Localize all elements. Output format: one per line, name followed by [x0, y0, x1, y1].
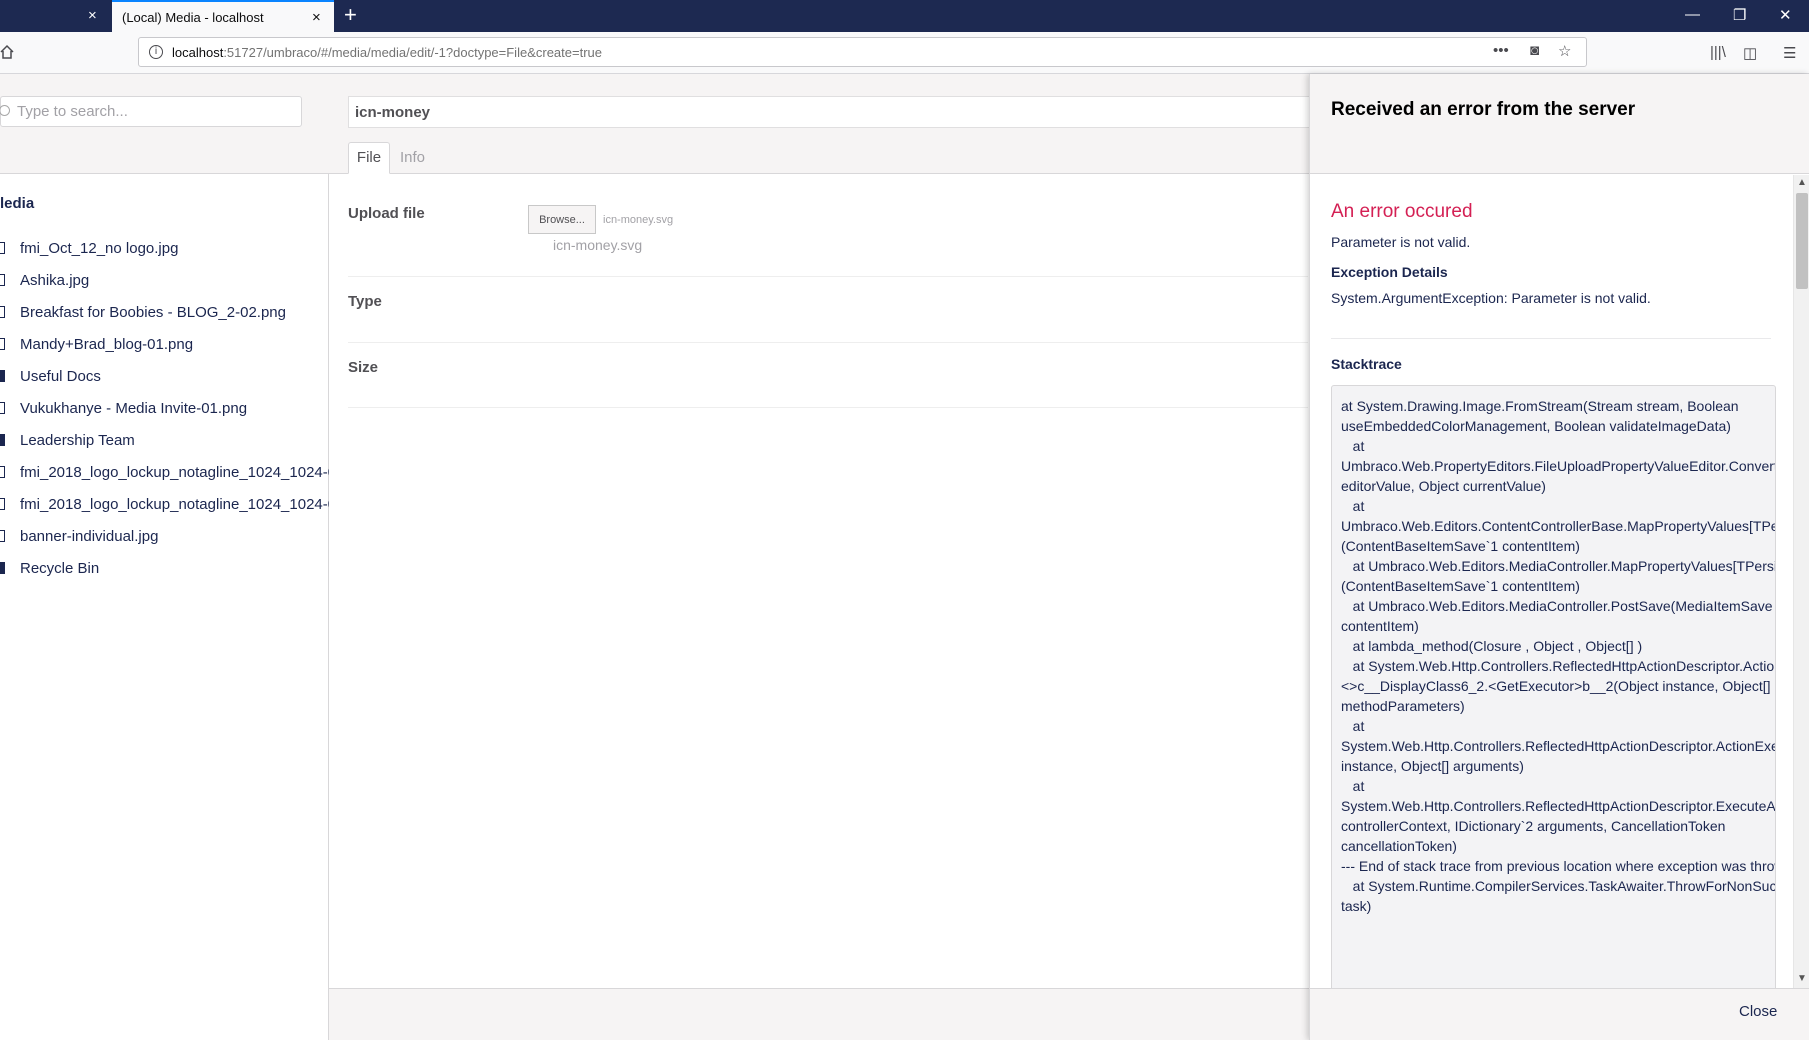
tree-item-label: fmi_Oct_12_no logo.jpg [20, 240, 179, 257]
tree-root-media[interactable]: ledia [0, 195, 34, 212]
tree-item[interactable]: Vukukhanye - Media Invite-01.png [0, 394, 329, 424]
close-button[interactable]: Close [1739, 1003, 1777, 1020]
tree-item[interactable]: Useful Docs [0, 362, 329, 392]
tree-item[interactable]: banner-individual.jpg [0, 522, 329, 552]
page-actions-icon[interactable]: ••• [1493, 42, 1509, 59]
media-editor: File Info Upload file Browse... icn-mone… [329, 74, 1318, 1040]
overlay-scrollbar[interactable]: ▲ ▼ [1793, 175, 1809, 988]
overlay-footer: Close [1310, 988, 1809, 1040]
search-input[interactable] [15, 99, 295, 124]
tree-item[interactable]: Leadership Team [0, 426, 329, 456]
file-icon [0, 498, 5, 510]
tree-item[interactable]: Breakfast for Boobies - BLOG_2-02.png [0, 298, 329, 328]
library-icon[interactable]: |||\ [1710, 44, 1726, 61]
tab-title: (Local) Media - localhost [122, 10, 264, 25]
error-overlay: Received an error from the server An err… [1309, 74, 1809, 1040]
browser-tab-active[interactable]: (Local) Media - localhost × [112, 0, 334, 33]
url-host: localhost [172, 45, 224, 60]
exception-details-heading: Exception Details [1331, 264, 1448, 280]
tree-item-label: fmi_2018_logo_lockup_notagline_1024_1024… [20, 464, 329, 481]
minimize-icon[interactable]: — [1685, 6, 1700, 23]
editor-footer [329, 988, 1309, 1040]
file-icon [0, 274, 5, 286]
scrollbar-thumb[interactable] [1796, 193, 1808, 289]
folder-icon [0, 434, 5, 446]
error-message: Parameter is not valid. [1331, 234, 1471, 250]
stacktrace-heading: Stacktrace [1331, 356, 1402, 372]
tree-item[interactable]: Recycle Bin [0, 554, 329, 584]
close-tab-icon[interactable]: × [312, 10, 321, 25]
search-box[interactable] [0, 96, 302, 127]
tree-item-label: Mandy+Brad_blog-01.png [20, 336, 194, 353]
restore-icon[interactable]: ❐ [1733, 6, 1746, 24]
close-tab-icon[interactable]: × [88, 8, 97, 23]
scroll-down-icon[interactable]: ▼ [1797, 973, 1807, 984]
tree-item-label: Leadership Team [20, 432, 135, 449]
current-file-name: icn-money.svg [553, 237, 643, 253]
divider [348, 276, 1308, 277]
tree-item-label: Breakfast for Boobies - BLOG_2-02.png [20, 304, 286, 321]
tree-item-label: Vukukhanye - Media Invite-01.png [20, 400, 248, 417]
new-tab-button[interactable]: + [344, 4, 357, 26]
tree-item-label: Recycle Bin [20, 560, 100, 577]
file-icon [0, 530, 5, 542]
bookmark-star-icon[interactable]: ☆ [1558, 42, 1571, 60]
search-icon [0, 105, 10, 116]
tree-item[interactable]: fmi_Oct_12_no logo.jpg [0, 234, 329, 264]
media-tree-sidebar: ledia fmi_Oct_12_no logo.jpg Ashika.jpg … [0, 74, 329, 1040]
overlay-header: Received an error from the server [1310, 74, 1809, 174]
tree-item[interactable]: Mandy+Brad_blog-01.png [0, 330, 329, 360]
tree-item-label: banner-individual.jpg [20, 528, 159, 545]
file-icon [0, 402, 5, 414]
home-icon[interactable] [0, 44, 14, 60]
sidebar-toggle-icon[interactable]: ◫ [1743, 44, 1757, 62]
browse-button[interactable]: Browse... [528, 205, 596, 234]
divider [1331, 338, 1771, 339]
tree-item[interactable]: Ashika.jpg [0, 266, 329, 296]
url-path: :51727/umbraco/#/media/media/edit/-1?doc… [223, 45, 602, 60]
tab-file[interactable]: File [348, 142, 390, 174]
overlay-body[interactable]: An error occured Parameter is not valid.… [1310, 175, 1809, 988]
type-label: Type [348, 293, 382, 310]
divider [348, 342, 1308, 343]
tree-item-label: fmi_2018_logo_lockup_notagline_1024_1024… [20, 496, 329, 513]
media-name-input[interactable] [348, 96, 1318, 128]
url-text[interactable]: localhost:51727/umbraco/#/media/media/ed… [172, 45, 602, 60]
file-icon [0, 306, 5, 318]
upload-file-label: Upload file [348, 205, 425, 222]
stacktrace-box: at System.Drawing.Image.FromStream(Strea… [1331, 385, 1776, 988]
tree-item[interactable]: fmi_2018_logo_lockup_notagline_1024_1024… [0, 458, 329, 488]
scroll-up-icon[interactable]: ▲ [1797, 177, 1807, 188]
menu-icon[interactable]: ☰ [1783, 44, 1796, 62]
tree-item-label: Ashika.jpg [20, 272, 90, 289]
site-info-icon[interactable]: i [149, 45, 163, 59]
tree-item[interactable]: fmi_2018_logo_lockup_notagline_1024_1024… [0, 490, 329, 520]
file-icon [0, 242, 5, 254]
divider [348, 407, 1308, 408]
exception-text: System.ArgumentException: Parameter is n… [1331, 290, 1651, 306]
browser-nav-bar: i localhost:51727/umbraco/#/media/media/… [0, 32, 1809, 74]
tree-item-label: Useful Docs [20, 368, 101, 385]
error-title: An error occured [1331, 201, 1473, 222]
size-label: Size [348, 359, 379, 376]
file-icon [0, 466, 5, 478]
file-icon [0, 338, 5, 350]
folder-icon [0, 370, 5, 382]
trash-icon [0, 562, 5, 574]
browser-tab-bar: × (Local) Media - localhost × + — ❐ ✕ [0, 0, 1809, 33]
pocket-icon[interactable]: ◙ [1530, 42, 1539, 59]
chosen-file-name: icn-money.svg [603, 214, 674, 226]
address-bar[interactable]: i localhost:51727/umbraco/#/media/media/… [138, 37, 1587, 67]
browser-tab-previous[interactable]: × [0, 0, 112, 32]
tab-info[interactable]: Info [400, 142, 425, 174]
close-window-icon[interactable]: ✕ [1779, 6, 1792, 24]
overlay-title: Received an error from the server [1331, 99, 1636, 120]
editor-header: File Info [329, 74, 1318, 174]
stacktrace-text: at System.Drawing.Image.FromStream(Strea… [1341, 398, 1776, 914]
sidebar-header [0, 74, 329, 174]
